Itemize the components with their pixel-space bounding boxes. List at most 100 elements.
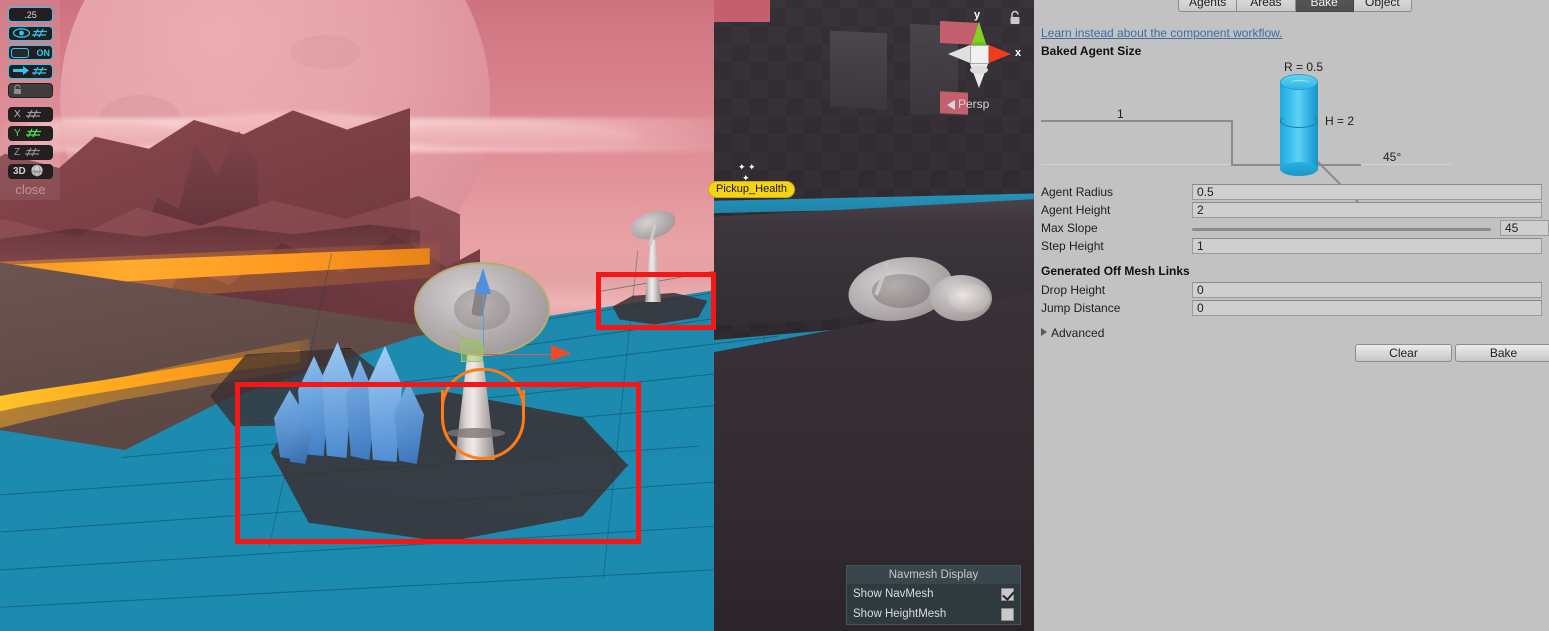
building-window (830, 30, 887, 110)
gizmo-axis-negy-base (970, 66, 988, 74)
advanced-label: Advanced (1051, 326, 1105, 340)
off-mesh-links-heading: Generated Off Mesh Links (1041, 264, 1190, 278)
drop-height-label: Drop Height (1041, 283, 1106, 297)
field-max-slope[interactable]: Max Slope 45 (1041, 220, 1549, 238)
navmesh-display-panel[interactable]: Navmesh Display Show NavMesh Show Height… (846, 565, 1021, 625)
grid-opacity-value: .25 (24, 9, 37, 20)
agent-radius-input[interactable]: 0.5 (1192, 184, 1542, 200)
eye-icon (12, 27, 31, 40)
navigation-tabbar[interactable]: Agents Areas Bake Object (1178, 0, 1412, 12)
lock-icon[interactable] (1008, 10, 1022, 31)
grid-icon (25, 127, 42, 141)
tab-agents[interactable]: Agents (1178, 0, 1238, 12)
tab-bake[interactable]: Bake (1295, 0, 1354, 12)
gizmo-axis-x-cone[interactable] (989, 45, 1011, 63)
grid-axis-x-button[interactable]: X (8, 107, 53, 122)
clear-button[interactable]: Clear (1355, 344, 1452, 362)
diagram-radius-label: R = 0.5 (1284, 60, 1324, 74)
dish-horn (948, 283, 990, 313)
annotation-box-satellite (596, 272, 716, 330)
tab-object[interactable]: Object (1353, 0, 1412, 12)
step-height-input[interactable]: 1 (1192, 238, 1542, 254)
toolbar-close-label[interactable]: close (8, 182, 53, 197)
toggle-icon (11, 47, 29, 58)
jump-distance-label: Jump Distance (1041, 301, 1121, 315)
grid-icon (25, 108, 42, 122)
grid-opacity-field[interactable]: .25 (8, 7, 53, 22)
agent-height-input[interactable]: 2 (1192, 202, 1542, 218)
grid-and-snap-toolbar[interactable]: .25 ON X Y Z 3D close (0, 0, 60, 200)
diagram-slope-label: 45° (1383, 150, 1402, 164)
field-step-height[interactable]: Step Height 1 (1041, 238, 1542, 256)
show-navmesh-label: Show NavMesh (853, 588, 934, 600)
diagram-height-label: H = 2 (1325, 114, 1355, 128)
drop-height-input[interactable]: 0 (1192, 282, 1542, 298)
grid-snap-on-toggle[interactable]: ON (8, 45, 53, 60)
step-height-label: Step Height (1041, 239, 1104, 253)
gizmo-y-label: y (974, 9, 981, 21)
gizmo-perspective-arrow-icon (947, 100, 955, 110)
chevron-right-icon (1041, 328, 1047, 336)
diagram-step-label: 1 (1117, 107, 1124, 121)
max-slope-input[interactable]: 45 (1500, 220, 1549, 236)
gizmo-x-label: x (1015, 47, 1022, 59)
cloud (380, 124, 640, 148)
agent-radius-label: Agent Radius (1041, 185, 1114, 199)
show-navmesh-checkbox[interactable] (1001, 587, 1014, 601)
agent-cylinder-midline (1280, 114, 1318, 128)
grid-icon (25, 146, 41, 160)
pickup-sparkle-icon: ✦ ✦ (738, 162, 756, 172)
advanced-foldout[interactable]: Advanced (1041, 326, 1104, 340)
grid-axis-y-button[interactable]: Y (8, 126, 53, 141)
bake-button[interactable]: Bake (1455, 344, 1549, 362)
grid-snap-move-button[interactable] (8, 64, 53, 79)
field-agent-height[interactable]: Agent Height 2 (1041, 202, 1542, 220)
navmesh-row-show-heightmesh[interactable]: Show HeightMesh (847, 604, 1020, 624)
navigation-window: Agents Areas Bake Object Learn instead a… (1034, 0, 1549, 631)
sphere-icon (29, 164, 45, 179)
grid-axis-z-label: Z (14, 147, 21, 158)
agent-cylinder-bottom (1280, 162, 1318, 176)
jump-distance-input[interactable]: 0 (1192, 300, 1542, 316)
gizmo-x-arrow[interactable] (551, 345, 571, 361)
lock-icon (12, 84, 23, 97)
field-jump-distance[interactable]: Jump Distance 0 (1041, 300, 1542, 318)
annotation-box-navmesh-patch (235, 382, 641, 544)
building-accent (714, 0, 770, 22)
object-label-pickup-health[interactable]: Pickup_Health (708, 181, 795, 198)
grid-lock-toggle[interactable] (8, 83, 53, 98)
gizmo-center-cube[interactable] (970, 45, 989, 64)
gizmo-y-arrow[interactable] (475, 268, 491, 294)
show-heightmesh-label: Show HeightMesh (853, 608, 947, 620)
baked-agent-size-diagram: R = 0.5 H = 2 1 45° (1041, 60, 1542, 204)
max-slope-label: Max Slope (1041, 221, 1098, 235)
editor-root: ✦ ✦ ✦ Pickup_Health y x Persp .25 ON X Y… (0, 0, 1549, 631)
diagram-step-riser (1231, 120, 1233, 166)
field-drop-height[interactable]: Drop Height 0 (1041, 282, 1542, 300)
component-workflow-link[interactable]: Learn instead about the component workfl… (1041, 26, 1283, 40)
max-slope-slider-track[interactable] (1192, 228, 1491, 231)
tab-areas[interactable]: Areas (1237, 0, 1296, 12)
agent-height-label: Agent Height (1041, 203, 1111, 217)
grid-3d-toggle-button[interactable]: 3D (8, 164, 53, 179)
grid-axis-z-button[interactable]: Z (8, 145, 53, 160)
agent-cylinder-top-highlight (1290, 80, 1310, 86)
gizmo-plane-handle[interactable] (461, 340, 483, 362)
navmesh-row-show-navmesh[interactable]: Show NavMesh (847, 584, 1020, 604)
gizmo-y-axis[interactable] (483, 288, 484, 346)
field-agent-radius[interactable]: Agent Radius 0.5 (1041, 184, 1542, 202)
navmesh-display-title: Navmesh Display (847, 566, 1020, 584)
diagram-upper-ledge (1041, 120, 1233, 122)
baked-agent-size-heading: Baked Agent Size (1041, 44, 1142, 58)
gizmo-perspective-label[interactable]: Persp (958, 97, 989, 111)
grid-axis-y-label: Y (14, 128, 21, 139)
gizmo-axis-negx-cone[interactable] (948, 45, 970, 63)
grid-3d-label: 3D (13, 166, 26, 177)
show-heightmesh-checkbox[interactable] (1001, 607, 1014, 621)
grid-visibility-toggle[interactable] (8, 26, 53, 41)
grid-axis-x-label: X (14, 109, 21, 120)
grid-snap-state-label: ON (36, 47, 51, 58)
arrow-right-icon (13, 65, 30, 78)
scene-viewport[interactable]: ✦ ✦ ✦ Pickup_Health y x Persp .25 ON X Y… (0, 0, 1034, 631)
diagram-baseline (1041, 164, 1231, 165)
